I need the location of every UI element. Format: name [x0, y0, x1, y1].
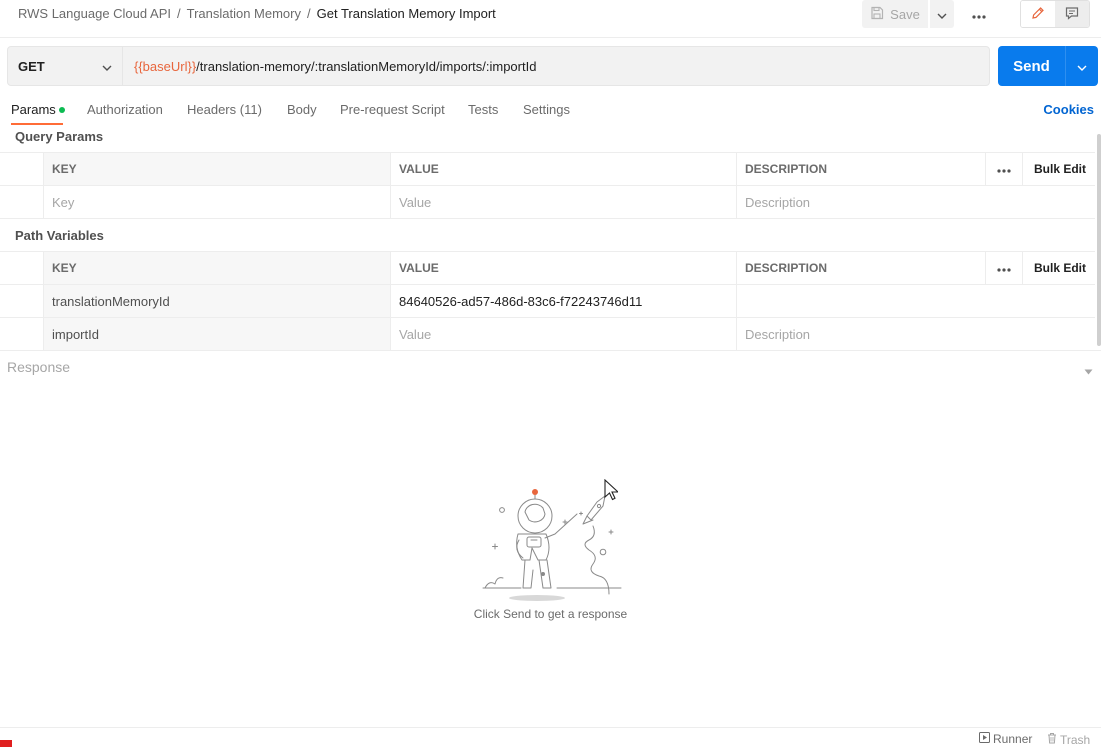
runner-button[interactable]: Runner — [979, 732, 1032, 746]
chevron-down-icon — [102, 59, 112, 74]
top-bar: RWS Language Cloud API / Translation Memor… — [0, 0, 1101, 38]
column-options-button[interactable] — [986, 252, 1023, 284]
breadcrumb-item-folder[interactable]: Translation Memory — [187, 6, 301, 21]
bulk-edit-button[interactable]: Bulk Edit — [1023, 252, 1095, 284]
save-button[interactable]: Save — [862, 0, 928, 28]
tab-authorization[interactable]: Authorization — [87, 102, 163, 117]
path-variable-key: translationMemoryId — [44, 285, 391, 317]
comment-icon — [1065, 6, 1079, 23]
column-options-button[interactable] — [986, 153, 1023, 185]
checkbox-column-header — [0, 153, 44, 185]
params-scrollbar[interactable] — [1097, 134, 1101, 346]
value-column-header: VALUE — [391, 252, 737, 284]
url-variable: {{baseUrl}} — [134, 58, 197, 74]
tab-settings[interactable]: Settings — [523, 102, 570, 117]
query-params-table: KEY VALUE DESCRIPTION Bulk Edit Key Valu… — [0, 152, 1095, 219]
cookies-link[interactable]: Cookies — [1043, 102, 1094, 117]
view-mode-toggle — [1020, 0, 1090, 28]
active-tab-indicator — [11, 123, 63, 125]
description-input[interactable]: Description — [737, 186, 1095, 218]
status-dot-icon — [58, 106, 65, 113]
mouse-cursor-icon — [604, 478, 620, 504]
request-url-bar: GET {{baseUrl}}/translation-memory/:tran… — [7, 46, 990, 86]
more-horizontal-icon — [997, 261, 1011, 275]
row-checkbox — [0, 318, 44, 350]
empty-response-message: Click Send to get a response — [473, 607, 628, 621]
description-input[interactable] — [737, 285, 1095, 317]
table-row: translationMemoryId 84640526-ad57-486d-8… — [0, 285, 1095, 318]
send-button[interactable]: Send — [998, 46, 1066, 86]
path-variable-key: importId — [44, 318, 391, 350]
more-options-button[interactable] — [966, 4, 992, 24]
checkbox-column-header — [0, 252, 44, 284]
save-label: Save — [890, 6, 920, 22]
value-input[interactable]: 84640526-ad57-486d-83c6-f72243746d11 — [391, 285, 737, 317]
caret-down-icon — [1084, 363, 1093, 378]
tab-tests[interactable]: Tests — [468, 102, 498, 117]
status-bar: Runner Trash — [0, 727, 1101, 747]
breadcrumb-separator: / — [307, 6, 311, 21]
save-button-group: Save — [862, 0, 954, 28]
table-header-row: KEY VALUE DESCRIPTION Bulk Edit — [0, 153, 1095, 186]
send-button-group: Send — [998, 46, 1098, 86]
key-column-header: KEY — [44, 252, 391, 284]
breadcrumb-item-collection[interactable]: RWS Language Cloud API — [18, 6, 171, 21]
pencil-icon — [1031, 6, 1045, 23]
more-horizontal-icon — [972, 7, 986, 22]
bulk-edit-button[interactable]: Bulk Edit — [1023, 153, 1095, 185]
trash-icon — [1047, 732, 1057, 747]
save-icon — [870, 6, 884, 23]
tab-headers[interactable]: Headers (11) — [187, 102, 262, 117]
value-column-header: VALUE — [391, 153, 737, 185]
runner-icon — [979, 732, 990, 746]
tab-pre-request-script[interactable]: Pre-request Script — [340, 102, 445, 117]
tab-params[interactable]: Params — [11, 102, 65, 117]
method-label: GET — [18, 58, 45, 74]
value-input[interactable]: Value — [391, 186, 737, 218]
response-pane-header[interactable]: Response — [0, 350, 1101, 382]
status-indicator — [0, 740, 12, 747]
row-checkbox — [0, 186, 44, 218]
runner-label: Runner — [993, 732, 1033, 746]
table-header-row: KEY VALUE DESCRIPTION Bulk Edit — [0, 252, 1095, 285]
path-variables-title: Path Variables — [15, 228, 104, 243]
description-column-header: DESCRIPTION — [737, 153, 986, 185]
comments-button[interactable] — [1055, 1, 1089, 27]
method-select[interactable]: GET — [8, 47, 123, 85]
path-variables-table: KEY VALUE DESCRIPTION Bulk Edit translat… — [0, 251, 1095, 351]
tab-label: Params — [11, 102, 56, 117]
table-row: importId Value Description — [0, 318, 1095, 351]
send-dropdown-button[interactable] — [1066, 46, 1098, 86]
trash-label: Trash — [1060, 732, 1091, 747]
edit-mode-button[interactable] — [1021, 1, 1055, 27]
breadcrumb-separator: / — [176, 6, 181, 21]
query-params-title: Query Params — [15, 129, 104, 144]
tab-body[interactable]: Body — [287, 102, 317, 117]
url-input[interactable]: {{baseUrl}}/translation-memory/:translat… — [123, 47, 989, 85]
chevron-down-icon — [1077, 59, 1087, 74]
key-column-header: KEY — [44, 153, 391, 185]
request-tabs: Params Authorization Headers (11) Body P… — [0, 96, 1101, 125]
value-input[interactable]: Value — [391, 318, 737, 350]
key-input[interactable]: Key — [44, 186, 391, 218]
breadcrumb: RWS Language Cloud API / Translation Memor… — [18, 6, 496, 21]
response-title: Response — [7, 359, 71, 375]
table-row: Key Value Description — [0, 186, 1095, 219]
url-path: /translation-memory/:translationMemoryId… — [196, 58, 537, 74]
trash-button[interactable]: Trash — [1047, 732, 1090, 747]
chevron-down-icon — [937, 7, 947, 22]
page-title[interactable]: Get Translation Memory Import — [317, 6, 496, 21]
more-horizontal-icon — [997, 162, 1011, 176]
row-checkbox — [0, 285, 44, 317]
save-dropdown-button[interactable] — [930, 0, 954, 28]
description-column-header: DESCRIPTION — [737, 252, 986, 284]
description-input[interactable]: Description — [737, 318, 1095, 350]
